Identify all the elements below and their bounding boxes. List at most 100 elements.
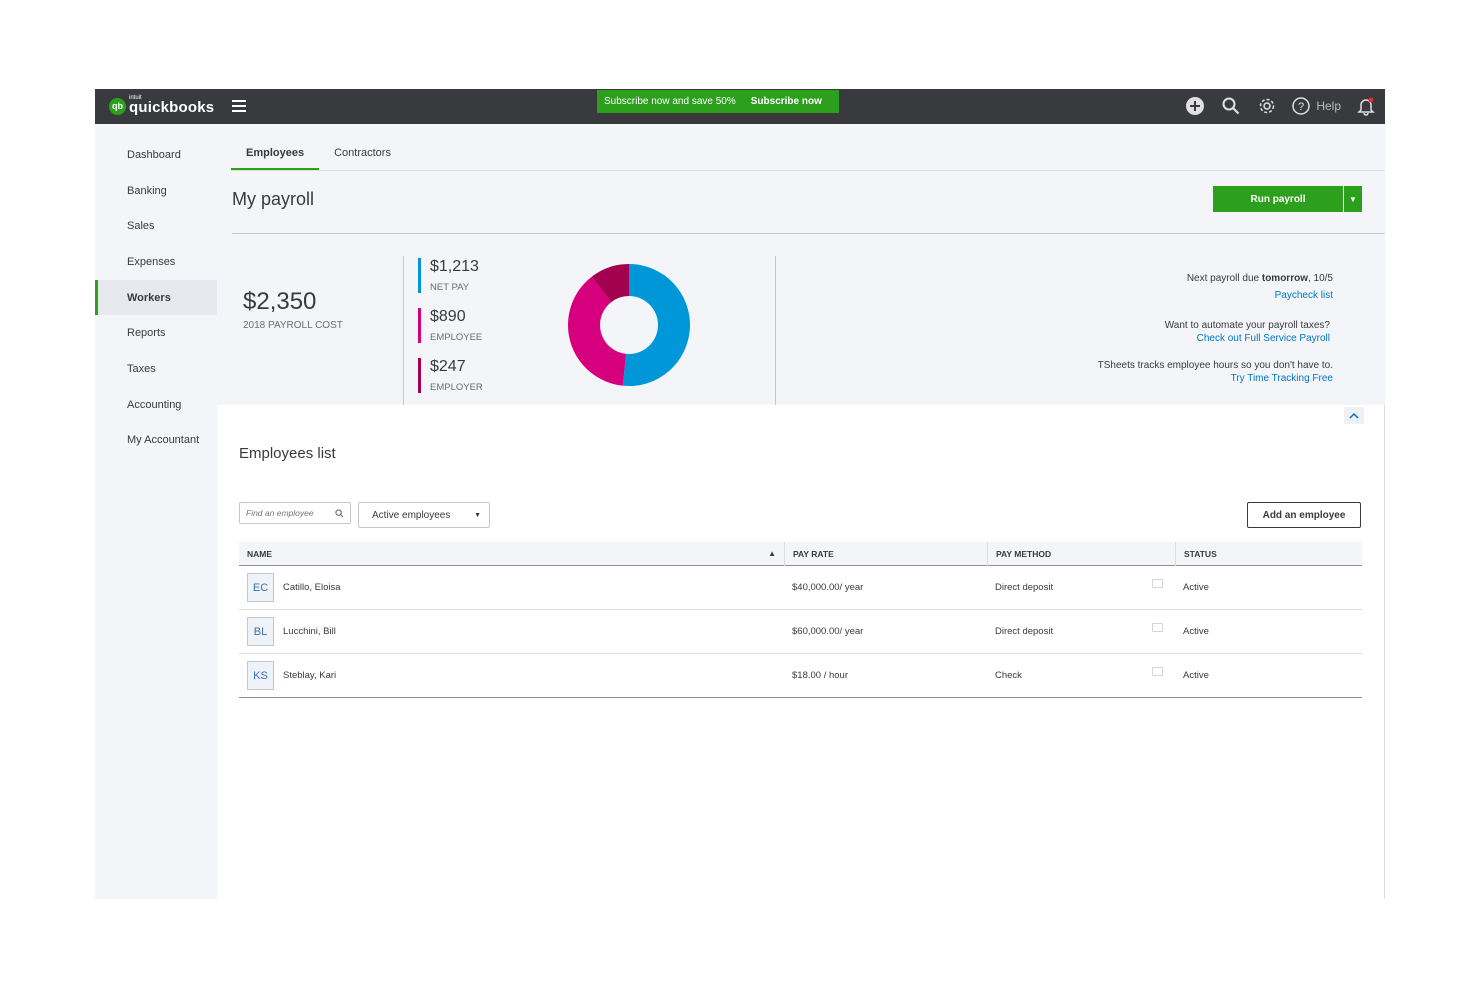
summary-divider-vertical xyxy=(775,256,776,405)
employee-status-filter[interactable]: Active employees ▼ xyxy=(358,502,490,528)
employee-amount: $890 xyxy=(430,308,466,325)
payroll-cost-label: 2018 PAYROLL COST xyxy=(243,320,343,331)
subscribe-now-button[interactable]: Subscribe now xyxy=(751,96,822,107)
avatar: EC xyxy=(247,573,274,602)
employer-amount: $247 xyxy=(430,358,466,375)
employee-name-link[interactable]: Lucchini, Bill xyxy=(283,626,336,637)
column-header-pay-method[interactable]: PAY METHOD xyxy=(987,541,1175,566)
nav-item-sales[interactable]: Sales xyxy=(95,208,217,244)
tab-bar: Employees Contractors xyxy=(231,124,406,171)
gear-icon[interactable] xyxy=(1256,95,1278,117)
next-payroll-info: Next payroll due tomorrow, 10/5 Paycheck… xyxy=(1187,272,1333,302)
qb-logo-icon: qb xyxy=(109,97,126,115)
check-icon xyxy=(1152,667,1163,676)
hamburger-menu-icon[interactable] xyxy=(232,100,246,112)
app-window: qb intuit quickbooks Subscribe now and s… xyxy=(95,89,1385,899)
collapse-chevron-up-icon[interactable] xyxy=(1344,407,1364,424)
page-title: My payroll xyxy=(232,189,315,209)
table-row[interactable]: BL Lucchini, Bill $60,000.00/ year Direc… xyxy=(239,610,1362,654)
tab-employees[interactable]: Employees xyxy=(231,124,320,171)
promo-banner: Subscribe now and save 50% Subscribe now xyxy=(597,90,839,113)
nav-item-reports[interactable]: Reports xyxy=(95,315,217,351)
net-pay-label: NET PAY xyxy=(430,282,470,293)
direct-deposit-icon xyxy=(1152,623,1163,632)
svg-text:?: ? xyxy=(1298,101,1304,113)
left-nav: Dashboard Banking Sales Expenses Workers… xyxy=(95,124,217,899)
next-payroll-text: Next payroll due tomorrow, 10/5 xyxy=(1186,273,1333,284)
search-icon[interactable] xyxy=(335,508,344,518)
payroll-cost-amount: $2,350 xyxy=(243,288,317,315)
employees-list-title: Employees list xyxy=(239,445,336,462)
employee-label: EMPLOYEE xyxy=(430,332,483,343)
help-label: Help xyxy=(1316,99,1341,113)
nav-item-my-accountant[interactable]: My Accountant xyxy=(95,423,217,459)
payroll-donut-chart xyxy=(568,264,691,386)
logo-intuit-text: intuit xyxy=(129,95,142,101)
pay-method: Direct deposit xyxy=(995,626,1054,637)
nav-item-accounting[interactable]: Accounting xyxy=(95,387,217,423)
status: Active xyxy=(1183,670,1209,681)
time-tracking-link[interactable]: Try Time Tracking Free xyxy=(1231,373,1333,384)
payroll-summary-panel: Employees Contractors My payroll Run pay… xyxy=(217,124,1385,405)
avatar: KS xyxy=(247,661,274,690)
quickbooks-logo[interactable]: qb intuit quickbooks xyxy=(109,95,215,116)
logo-text: quickbooks xyxy=(129,99,215,116)
nav-item-dashboard[interactable]: Dashboard xyxy=(95,137,217,173)
chevron-down-icon: ▼ xyxy=(474,511,481,519)
search-icon[interactable] xyxy=(1220,95,1242,117)
paycheck-list-link[interactable]: Paycheck list xyxy=(1275,290,1333,301)
help-icon: ? xyxy=(1292,97,1311,115)
automate-info: Want to automate your payroll taxes? Che… xyxy=(1165,319,1330,345)
net-pay-stat: $1,213 NET PAY xyxy=(418,258,518,293)
run-payroll-dropdown-icon[interactable]: ▼ xyxy=(1343,186,1362,212)
pay-method: Direct deposit xyxy=(995,582,1054,593)
net-pay-amount: $1,213 xyxy=(430,258,479,275)
table-row[interactable]: KS Steblay, Kari $18.00 / hour Check Act… xyxy=(239,654,1362,698)
direct-deposit-icon xyxy=(1152,579,1163,588)
employee-name-link[interactable]: Catillo, Eloisa xyxy=(283,582,341,593)
tab-contractors[interactable]: Contractors xyxy=(319,124,406,171)
automate-text: Want to automate your payroll taxes? xyxy=(1164,320,1330,331)
nav-item-expenses[interactable]: Expenses xyxy=(95,244,217,280)
tsheets-text: TSheets tracks employee hours so you don… xyxy=(1097,360,1333,371)
column-header-status[interactable]: STATUS xyxy=(1175,541,1362,566)
employee-search-input[interactable] xyxy=(246,508,331,518)
employee-stat: $890 EMPLOYEE xyxy=(418,308,518,343)
filter-value: Active employees xyxy=(372,509,451,521)
bell-icon[interactable] xyxy=(1355,95,1377,117)
table-row[interactable]: EC Catillo, Eloisa $40,000.00/ year Dire… xyxy=(239,566,1362,610)
nav-item-taxes[interactable]: Taxes xyxy=(95,351,217,387)
employer-stat: $247 EMPLOYER xyxy=(418,358,518,393)
summary-divider xyxy=(232,233,1385,234)
full-service-payroll-link[interactable]: Check out Full Service Payroll xyxy=(1197,333,1330,344)
pay-rate: $60,000.00/ year xyxy=(792,626,864,637)
help-button[interactable]: ? Help xyxy=(1292,97,1341,115)
promo-text: Subscribe now and save 50% xyxy=(604,96,736,107)
employees-table: NAME ▲ PAY RATE PAY METHOD STATUS EC Cat… xyxy=(239,541,1362,698)
status: Active xyxy=(1183,626,1209,637)
column-header-pay-rate[interactable]: PAY RATE xyxy=(784,541,987,566)
nav-item-banking[interactable]: Banking xyxy=(95,173,217,209)
pay-method: Check xyxy=(995,670,1022,681)
tsheets-info: TSheets tracks employee hours so you don… xyxy=(1098,359,1333,385)
main-content: Employees Contractors My payroll Run pay… xyxy=(217,124,1385,899)
employee-search xyxy=(239,502,351,524)
nav-item-workers[interactable]: Workers xyxy=(95,279,217,316)
top-bar: qb intuit quickbooks Subscribe now and s… xyxy=(95,89,1385,124)
top-icons: ? Help xyxy=(1184,95,1377,117)
pay-rate: $40,000.00/ year xyxy=(792,582,864,593)
column-header-name[interactable]: NAME ▲ xyxy=(239,549,784,559)
sort-ascending-icon: ▲ xyxy=(768,549,776,558)
employer-label: EMPLOYER xyxy=(430,382,483,393)
run-payroll-split-button: Run payroll ▼ xyxy=(1213,186,1362,212)
add-employee-button[interactable]: Add an employee xyxy=(1247,502,1361,528)
tabs-divider xyxy=(231,170,1385,171)
avatar: BL xyxy=(247,617,274,646)
employee-name-link[interactable]: Steblay, Kari xyxy=(283,670,336,681)
pay-rate: $18.00 / hour xyxy=(792,670,848,681)
donut-slice-net-pay[interactable] xyxy=(622,264,691,386)
summary-divider-vertical xyxy=(403,256,404,405)
plus-circle-icon[interactable] xyxy=(1184,95,1206,117)
status: Active xyxy=(1183,582,1209,593)
run-payroll-button[interactable]: Run payroll xyxy=(1213,186,1343,212)
